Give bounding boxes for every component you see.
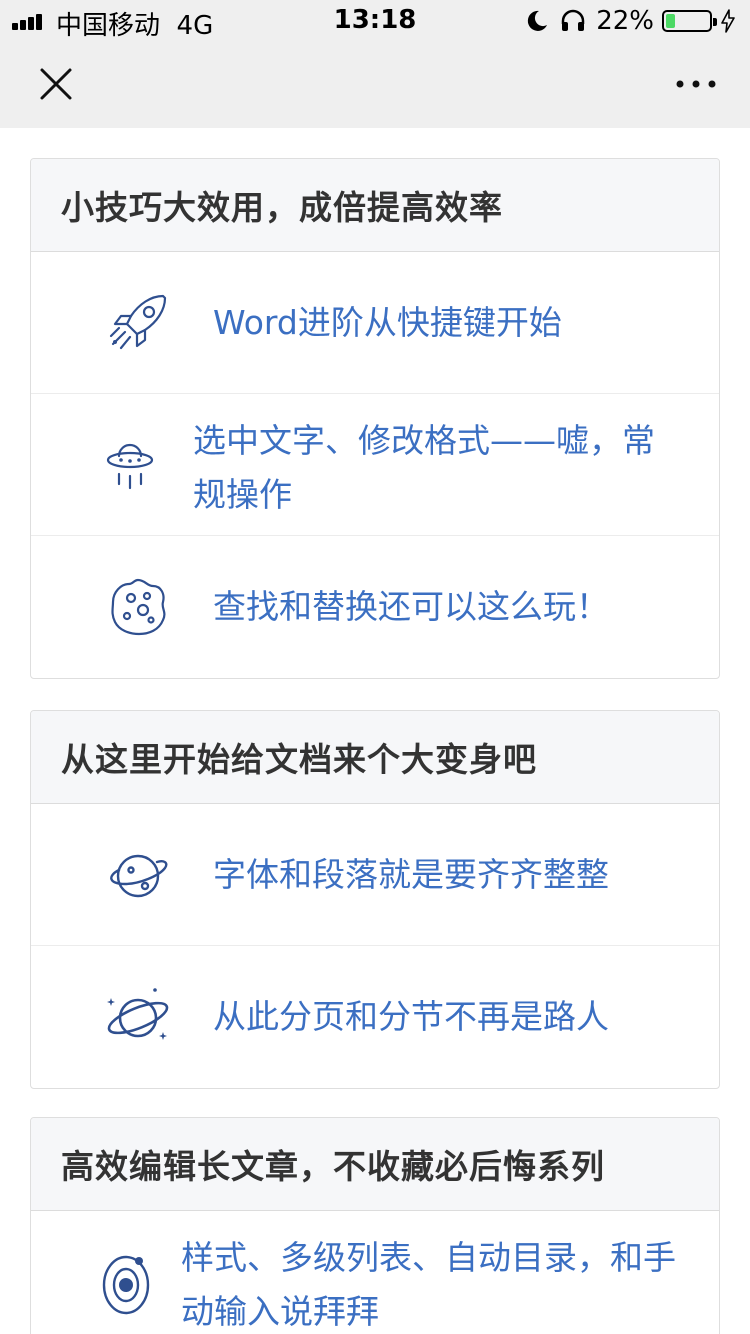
list-item-select-format[interactable]: 选中文字、修改格式——嘘，常规操作: [31, 394, 719, 536]
headphone-icon: [561, 9, 585, 31]
moon-crater-icon: [111, 578, 166, 636]
item-label: 字体和段落就是要齐齐整整: [213, 854, 609, 894]
orbit-icon: [102, 1255, 150, 1315]
item-label: Word进阶从快捷键开始: [213, 302, 562, 342]
article-content: 小技巧大效用，成倍提高效率 Word进阶从快捷键开始 选中文字、修改格式——嘘，…: [0, 128, 750, 1334]
saturn-icon: [107, 988, 169, 1040]
list-item-page-section[interactable]: 从此分页和分节不再是路人: [31, 946, 719, 1088]
status-bar: 中国移动 4G 13:18 22%: [0, 0, 750, 41]
more-icon[interactable]: [672, 68, 720, 100]
item-label: 查找和替换还可以这么玩！: [213, 587, 609, 626]
list-item-font-paragraph[interactable]: 字体和段落就是要齐齐整整: [31, 804, 719, 946]
item-label: 选中文字、修改格式——嘘，常规操作: [193, 421, 655, 514]
list-item-styles-toc[interactable]: 样式、多级列表、自动目录，和手动输入说拜拜: [31, 1211, 719, 1334]
status-indicators: 22%: [524, 6, 736, 36]
item-label: 样式、多级列表、自动目录，和手动输入说拜拜: [181, 1238, 676, 1331]
list-item-find-replace[interactable]: 查找和替换还可以这么玩！: [31, 536, 719, 678]
close-icon[interactable]: [36, 64, 76, 104]
ufo-icon: [106, 443, 154, 489]
section-title: 从这里开始给文档来个大变身吧: [61, 740, 537, 779]
planet-icon: [110, 854, 168, 897]
section-card: 小技巧大效用，成倍提高效率 Word进阶从快捷键开始 选中文字、修改格式——嘘，…: [30, 158, 720, 679]
item-label: 从此分页和分节不再是路人: [213, 997, 609, 1036]
section-header: 小技巧大效用，成倍提高效率: [31, 159, 719, 252]
section-header: 从这里开始给文档来个大变身吧: [31, 711, 719, 804]
battery-percent: 22%: [596, 6, 654, 36]
section-title: 小技巧大效用，成倍提高效率: [61, 188, 503, 227]
section-title: 高效编辑长文章，不收藏必后悔系列: [61, 1147, 605, 1186]
section-header: 高效编辑长文章，不收藏必后悔系列: [31, 1118, 719, 1211]
battery-fill: [666, 14, 676, 28]
rocket-icon: [109, 294, 167, 349]
list-item-word-shortcuts[interactable]: Word进阶从快捷键开始: [31, 252, 719, 394]
charging-icon: [721, 9, 735, 33]
section-card: 从这里开始给文档来个大变身吧 字体和段落就是要齐齐整整 从此分页和分节不再是路人: [30, 710, 720, 1089]
moon-icon: [528, 10, 548, 31]
nav-bar: [0, 40, 750, 128]
section-card: 高效编辑长文章，不收藏必后悔系列 样式、多级列表、自动目录，和手动输入说拜拜: [30, 1117, 720, 1334]
battery-icon: [662, 10, 717, 32]
